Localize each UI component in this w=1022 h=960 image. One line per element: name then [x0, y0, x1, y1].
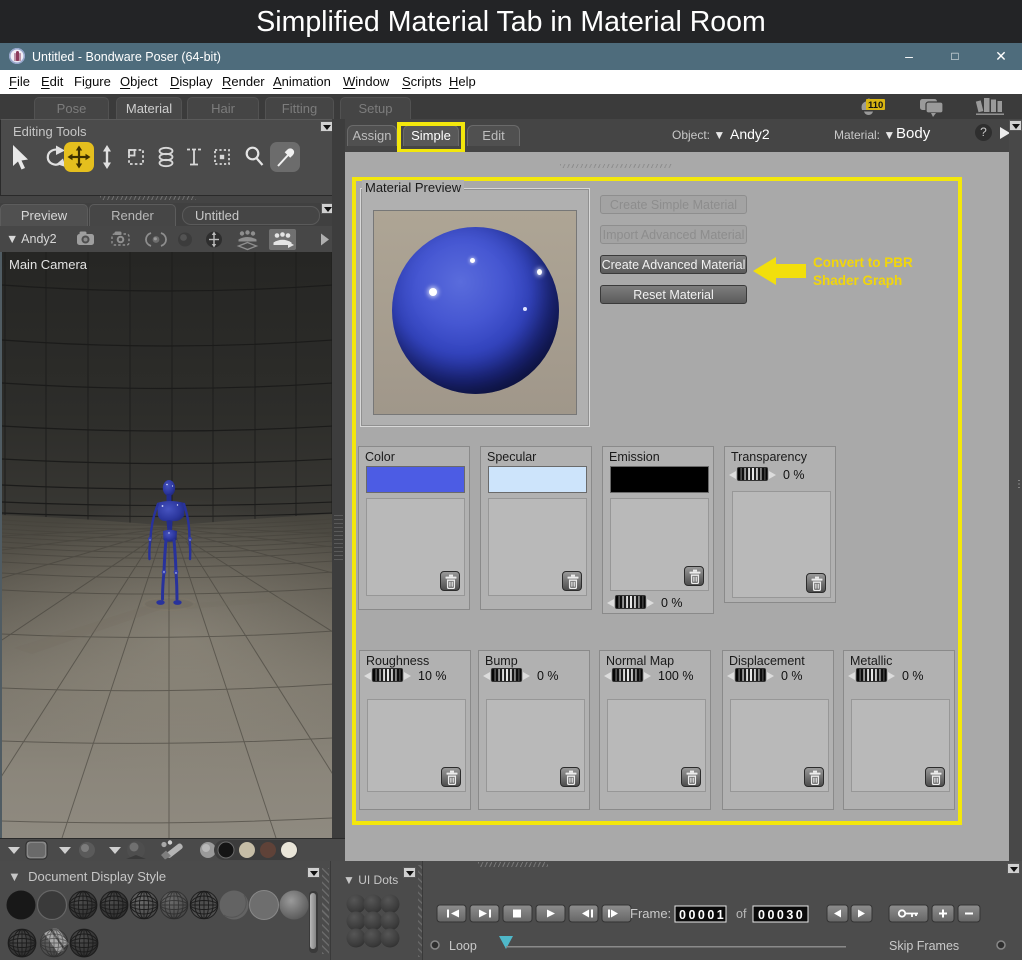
svg-text:Frame:: Frame:	[630, 906, 671, 921]
svg-text:Skip Frames: Skip Frames	[889, 939, 959, 953]
svg-text:of: of	[736, 907, 747, 921]
svg-text:00030: 00030	[758, 908, 805, 922]
svg-text:Loop: Loop	[449, 939, 477, 953]
svg-text:110: 110	[868, 100, 883, 111]
svg-text:00001: 00001	[679, 908, 726, 922]
